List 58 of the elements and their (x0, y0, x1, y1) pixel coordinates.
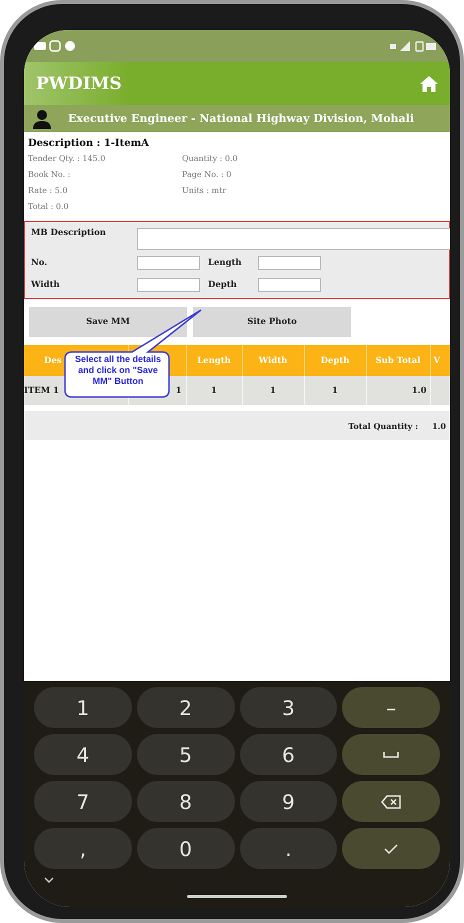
signal-battery-icons (390, 40, 436, 52)
total-value: 1.0 (432, 420, 446, 430)
keyboard-key[interactable]: . (240, 828, 338, 869)
person-icon (32, 108, 52, 128)
input-field[interactable] (258, 256, 321, 270)
table-cell: 1 (186, 376, 242, 405)
field-label: MB Description (31, 228, 107, 238)
detail-text: Rate : 5.0 (28, 185, 68, 197)
keyboard-key[interactable]: 3 (240, 687, 338, 728)
column-header: Sub Total (366, 345, 430, 376)
keyboard-key[interactable]: , (34, 828, 132, 869)
check-icon (383, 842, 400, 854)
callout-text: Select all the details and click on "Save MM" Button (74, 354, 162, 387)
backspace-icon (381, 794, 402, 808)
action-button[interactable]: Site Photo (193, 307, 351, 337)
table-cell: 1 (242, 376, 304, 405)
mb-description-field[interactable] (137, 228, 450, 250)
keyboard-key[interactable]: 5 (136, 734, 234, 775)
backspace-key[interactable] (342, 781, 440, 822)
action-button[interactable]: Save MM (29, 307, 187, 337)
table-cell: 1.0 (366, 376, 430, 405)
table-cell: 1 (304, 376, 366, 405)
keyboard-key[interactable]: 1 (34, 687, 132, 728)
keyboard-key[interactable]: 8 (136, 781, 234, 822)
keyboard-key[interactable]: 2 (136, 687, 234, 728)
field-label: Depth (207, 280, 238, 290)
keyboard-key[interactable]: 4 (34, 734, 132, 775)
total-label: Total Quantity : (348, 420, 418, 430)
user-title: Executive Engineer - National Highway Division, Mohali (68, 112, 414, 125)
keyboard-key[interactable]: – (342, 687, 440, 728)
space-key[interactable] (342, 734, 440, 775)
field-label: Length (207, 258, 243, 268)
detail-text: Tender Qty. : 145.0 (28, 153, 106, 165)
keyboard-key[interactable]: 9 (240, 781, 338, 822)
detail-text: Units : mtr (182, 185, 228, 197)
detail-text: Page No. : 0 (182, 169, 232, 181)
home-icon[interactable] (420, 76, 438, 92)
keyboard-key[interactable]: 0 (136, 828, 234, 869)
column-header: V (430, 345, 450, 376)
input-field[interactable] (137, 256, 200, 270)
detail-text: Book No. : (28, 169, 72, 181)
input-field[interactable] (137, 278, 200, 292)
space-icon (383, 752, 400, 758)
keyboard-key[interactable]: 6 (240, 734, 338, 775)
app-title: PWDIMS (36, 74, 122, 94)
description-text: Description : 1-ItemA (28, 138, 150, 149)
column-header: Length (186, 345, 242, 376)
keyboard-key[interactable]: 7 (34, 781, 132, 822)
detail-text: Quantity : 0.0 (182, 153, 239, 165)
detail-text: Total : 0.0 (28, 201, 70, 213)
chevron-down-icon[interactable] (44, 877, 54, 883)
field-label: Width (31, 280, 61, 290)
notification-icons (34, 40, 76, 52)
done-key[interactable] (342, 828, 440, 869)
column-header: Width (242, 345, 304, 376)
input-field[interactable] (258, 278, 321, 292)
field-label: No. (31, 258, 48, 268)
column-header: Depth (304, 345, 366, 376)
